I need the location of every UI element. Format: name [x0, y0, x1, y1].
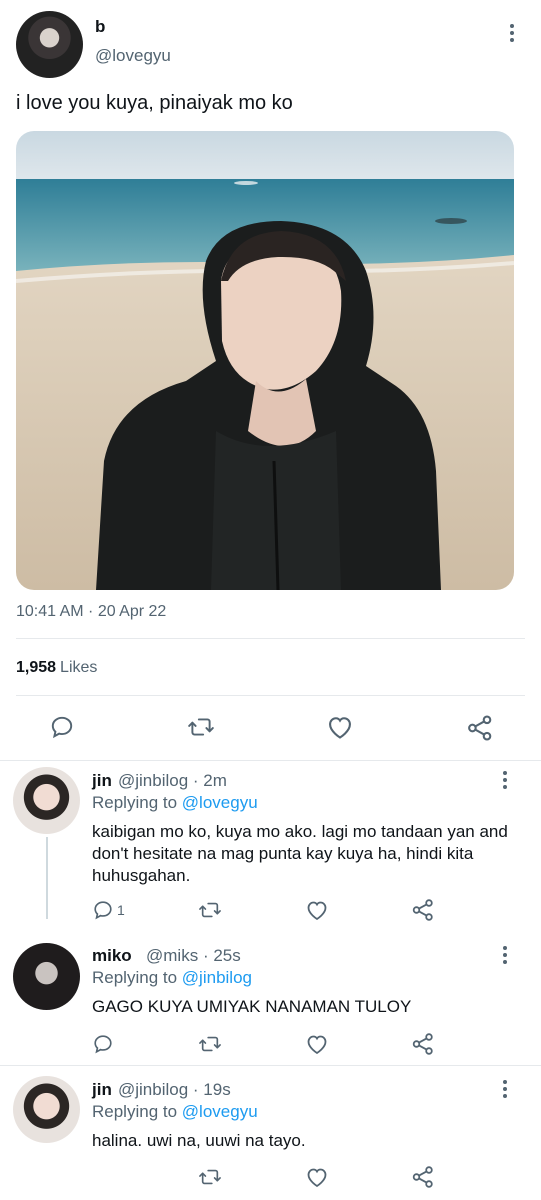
reply-avatar[interactable]: [13, 943, 80, 1010]
replying-to-mention[interactable]: @jinbilog: [182, 968, 252, 987]
like-button[interactable]: [326, 714, 354, 740]
reply-time: · 2m: [192, 771, 227, 790]
share-icon: [412, 899, 433, 921]
replying-to-label: Replying to: [92, 968, 178, 987]
divider: [16, 638, 525, 639]
retweet-button[interactable]: [198, 899, 222, 921]
reply-text: kaibigan mo ko, kuya mo ako. lagi mo tan…: [92, 822, 508, 885]
reply-button[interactable]: 1: [92, 899, 125, 921]
likes-stat[interactable]: 1,958 Likes: [16, 659, 97, 677]
more-vertical-icon[interactable]: [498, 1079, 512, 1099]
replying-to: Replying to @lovegyu: [92, 793, 258, 813]
heart-icon: [307, 1168, 327, 1188]
main-tweet: b @lovegyu i love you kuya, pinaiyak mo …: [0, 0, 541, 760]
heart-icon: [329, 717, 351, 739]
reply-handle-text: @miks: [146, 946, 199, 965]
retweet-button[interactable]: [198, 1033, 222, 1055]
reply-handle[interactable]: @jinbilog · 19s: [118, 1080, 231, 1100]
reply-icon: [94, 1035, 112, 1054]
reply-handle[interactable]: @jinbilog · 2m: [118, 771, 227, 791]
retweet-icon: [199, 902, 221, 918]
share-button[interactable]: [411, 1165, 435, 1189]
reply-handle-text: @jinbilog: [118, 771, 189, 790]
share-button[interactable]: [466, 714, 494, 742]
reply-tweet[interactable]: miko @miks · 25s Replying to @jinbilog G…: [0, 938, 541, 1063]
reply-time: · 25s: [202, 946, 241, 965]
reply-count: 1: [117, 902, 125, 918]
reply-icon: [51, 716, 73, 739]
heart-icon: [307, 1035, 327, 1055]
likes-count: 1,958: [16, 659, 57, 676]
reply-display-name[interactable]: jin: [92, 771, 112, 791]
retweet-icon: [199, 1169, 221, 1185]
like-button[interactable]: [305, 899, 329, 921]
share-button[interactable]: [411, 1032, 435, 1056]
more-vertical-icon[interactable]: [498, 945, 512, 965]
replying-to-mention[interactable]: @lovegyu: [182, 1102, 258, 1121]
retweet-icon: [199, 1036, 221, 1052]
reply-display-name[interactable]: jin: [92, 1080, 112, 1100]
reply-tweet[interactable]: jin @jinbilog · 2m Replying to @lovegyu …: [0, 761, 541, 921]
reply-time: · 19s: [192, 1080, 231, 1099]
replying-to-mention[interactable]: @lovegyu: [182, 793, 258, 812]
reply-display-name[interactable]: miko: [92, 946, 132, 966]
replying-to: Replying to @jinbilog: [92, 968, 252, 988]
author-handle[interactable]: @lovegyu: [95, 46, 171, 66]
share-button[interactable]: [411, 898, 435, 922]
tweet-text: i love you kuya, pinaiyak mo ko: [16, 92, 293, 114]
reply-tweet[interactable]: jin @jinbilog · 19s Replying to @lovegyu…: [0, 1070, 541, 1200]
replying-to: Replying to @lovegyu: [92, 1102, 258, 1122]
reply-avatar[interactable]: [13, 1076, 80, 1143]
reply-handle[interactable]: @miks · 25s: [146, 946, 241, 966]
reply-handle-text: @jinbilog: [118, 1080, 189, 1099]
reply-button[interactable]: [49, 714, 75, 740]
more-vertical-icon[interactable]: [498, 770, 512, 790]
divider: [16, 695, 525, 696]
thread-connector: [46, 837, 48, 919]
author-avatar[interactable]: [16, 11, 83, 78]
reply-icon: [94, 901, 112, 920]
heart-icon: [307, 901, 327, 921]
more-vertical-icon[interactable]: [505, 23, 519, 43]
share-icon: [468, 715, 492, 741]
reply-text: GAGO KUYA UMIYAK NANAMAN TULOY: [92, 997, 412, 1016]
retweet-icon: [188, 718, 214, 736]
reply-button[interactable]: [92, 1033, 114, 1055]
author-display-name[interactable]: b: [95, 17, 105, 37]
tweet-photo[interactable]: [16, 131, 514, 590]
like-button[interactable]: [305, 1033, 329, 1055]
retweet-button[interactable]: [187, 714, 215, 740]
share-icon: [412, 1033, 433, 1055]
like-button[interactable]: [305, 1166, 329, 1188]
retweet-button[interactable]: [198, 1166, 222, 1188]
divider: [0, 1065, 541, 1066]
reply-avatar[interactable]: [13, 767, 80, 834]
reply-text: halina. uwi na, uuwi na tayo.: [92, 1131, 306, 1150]
likes-label: Likes: [60, 659, 98, 676]
share-icon: [412, 1166, 433, 1188]
tweet-timestamp[interactable]: 10:41 AM · 20 Apr 22: [16, 603, 166, 621]
replying-to-label: Replying to: [92, 793, 178, 812]
replying-to-label: Replying to: [92, 1102, 178, 1121]
